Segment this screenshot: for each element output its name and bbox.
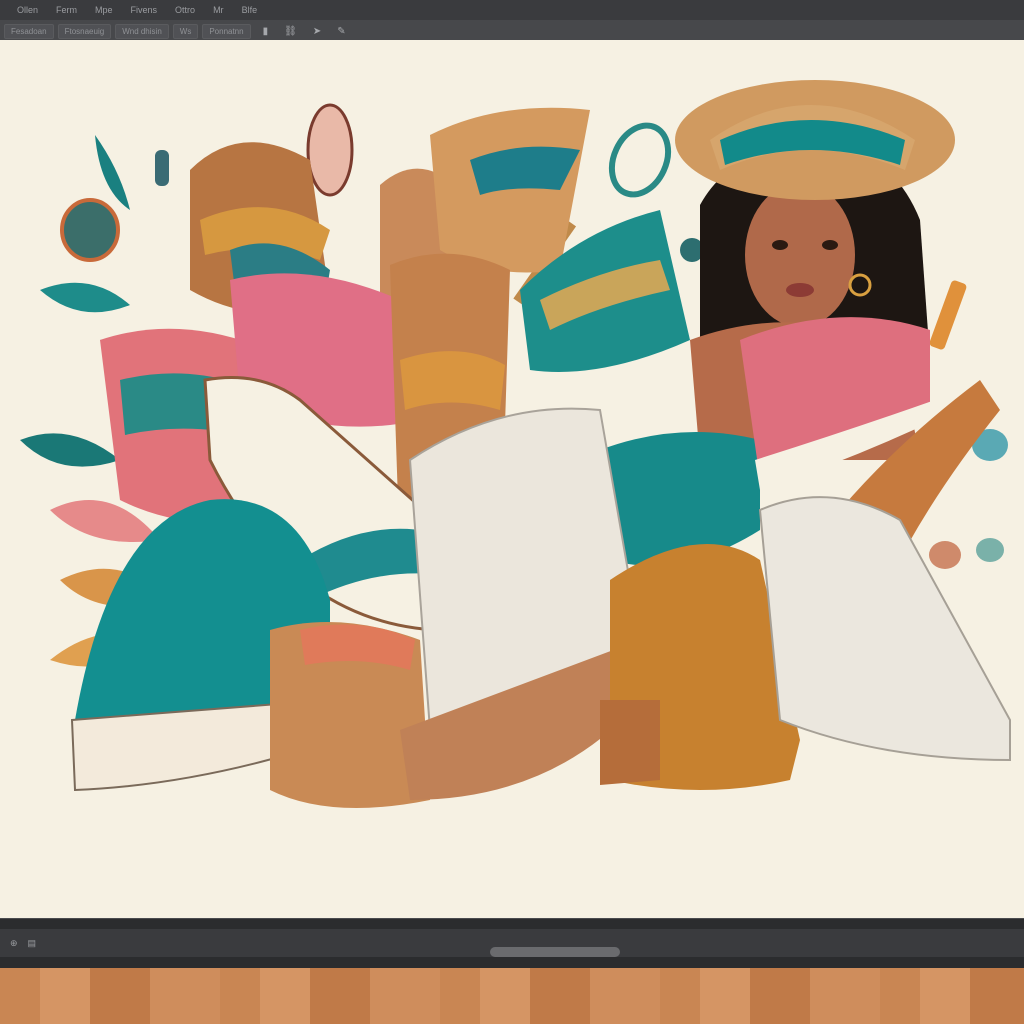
- option-button-3[interactable]: Ws: [172, 24, 199, 39]
- menu-item-0[interactable]: Ollen: [8, 5, 47, 15]
- menu-item-5[interactable]: Mr: [204, 5, 233, 15]
- page-icon[interactable]: ▤: [28, 938, 37, 949]
- menu-item-4[interactable]: Ottro: [166, 5, 204, 15]
- arrow-icon[interactable]: ➤: [313, 26, 321, 37]
- menu-item-3[interactable]: Fivens: [122, 5, 167, 15]
- monitor-frame: Ollen Ferm Mpe Fivens Ottro Mr Blfe Fesa…: [0, 0, 1024, 969]
- menu-item-1[interactable]: Ferm: [47, 5, 86, 15]
- menu-bar: Ollen Ferm Mpe Fivens Ottro Mr Blfe: [0, 0, 1024, 20]
- option-button-2[interactable]: Wnd dhisin: [115, 24, 169, 39]
- zoom-icon[interactable]: ⊕: [10, 938, 18, 949]
- status-bar: ⊕ ▤: [0, 918, 1024, 969]
- menu-item-2[interactable]: Mpe: [86, 5, 122, 15]
- option-button-1[interactable]: Ftosnaeuig: [57, 24, 112, 39]
- artwork-illustration: [20, 80, 1011, 808]
- artboard[interactable]: [0, 40, 1024, 918]
- menu-item-6[interactable]: Blfe: [233, 5, 267, 15]
- text-tool-icon[interactable]: ▮: [263, 26, 269, 37]
- status-strip: ⊕ ▤: [0, 929, 1024, 957]
- wooden-desk: [0, 968, 1024, 1024]
- horizontal-scrollbar[interactable]: [490, 947, 620, 957]
- option-button-extra[interactable]: Ponnatnn: [202, 24, 251, 39]
- link-icon[interactable]: ⛓: [284, 26, 297, 37]
- option-button-0[interactable]: Fesadoan: [4, 24, 54, 39]
- pencil-icon[interactable]: ✎: [337, 26, 345, 37]
